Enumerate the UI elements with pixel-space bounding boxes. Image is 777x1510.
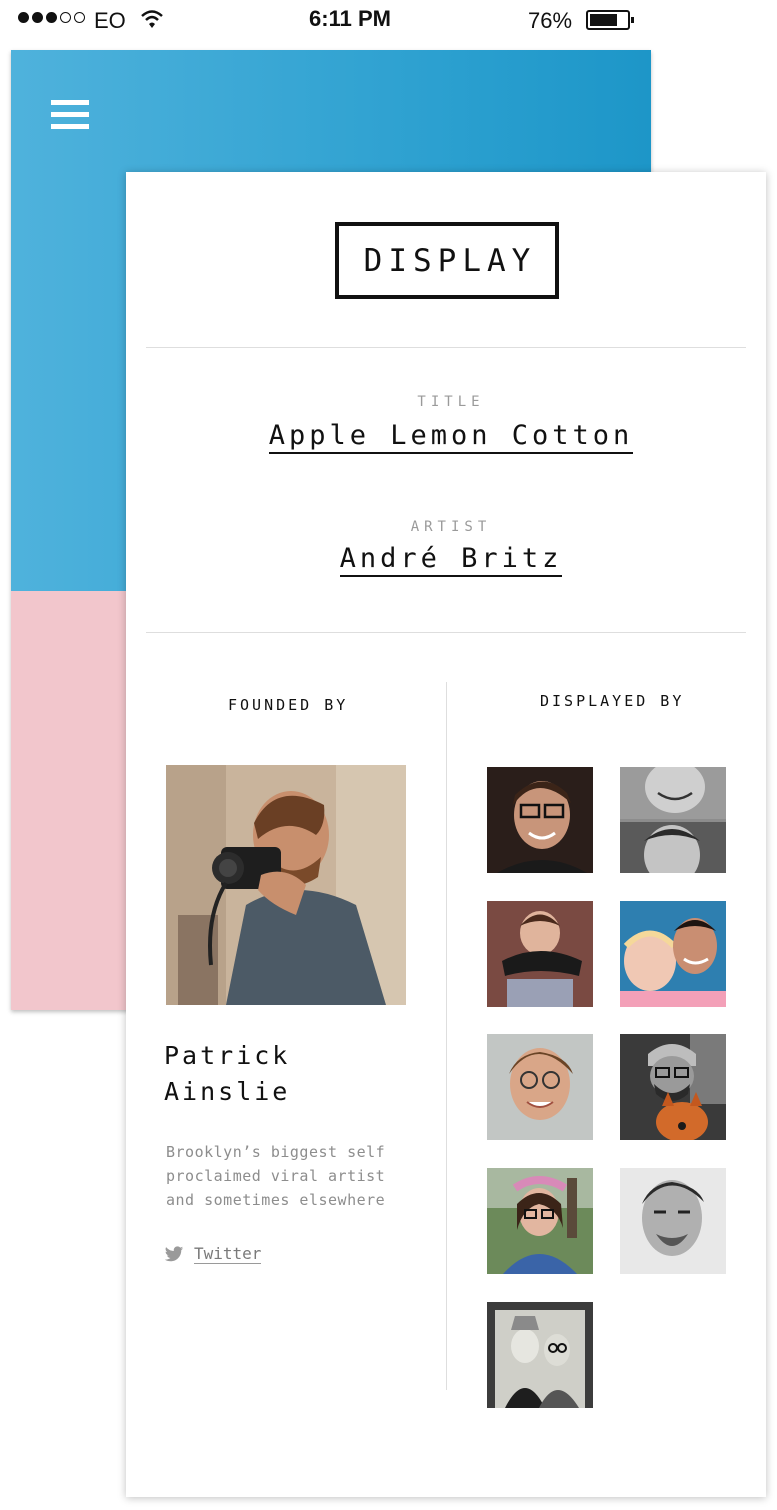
- founded-by-heading: FOUNDED BY: [228, 696, 349, 714]
- display-logo: DISPLAY: [335, 222, 559, 299]
- displayer-avatar[interactable]: [487, 901, 593, 1007]
- title-label: TITLE: [417, 394, 485, 410]
- displayed-by-heading: DISPLAYED BY: [540, 692, 685, 710]
- status-bar: EO 6:11 PM 76%: [0, 0, 777, 44]
- displayer-avatar[interactable]: [487, 1168, 593, 1274]
- founder-photo[interactable]: [166, 765, 406, 1005]
- displayer-avatar[interactable]: [620, 1034, 726, 1140]
- displayer-avatar[interactable]: [487, 1034, 593, 1140]
- displayer-avatar[interactable]: [620, 767, 726, 873]
- displayer-avatar[interactable]: [487, 1302, 593, 1408]
- artist-name[interactable]: André Britz: [126, 543, 776, 577]
- twitter-link-label[interactable]: Twitter: [194, 1244, 262, 1264]
- divider: [146, 347, 746, 348]
- founder-bio: Brooklyn’s biggest self proclaimed viral…: [166, 1143, 386, 1209]
- founder-name: Patrick Ainslie: [164, 1041, 291, 1106]
- twitter-link[interactable]: Twitter: [164, 1244, 262, 1264]
- artwork-info-card: DISPLAY TITLE Apple Lemon Cotton ARTIST …: [126, 172, 766, 1497]
- artwork-title[interactable]: Apple Lemon Cotton: [126, 420, 776, 454]
- divider: [146, 632, 746, 633]
- artist-name-link[interactable]: André Britz: [339, 543, 563, 577]
- displayer-avatar[interactable]: [620, 1168, 726, 1274]
- displayer-avatar[interactable]: [620, 901, 726, 1007]
- battery-icon: [586, 10, 634, 30]
- column-divider: [446, 682, 447, 1390]
- battery-percentage: 76%: [528, 8, 573, 33]
- hamburger-menu-icon[interactable]: [51, 100, 89, 130]
- displayer-avatar[interactable]: [487, 767, 593, 873]
- twitter-bird-icon: [164, 1245, 184, 1261]
- artwork-title-link[interactable]: Apple Lemon Cotton: [268, 420, 634, 454]
- artist-label: ARTIST: [410, 519, 492, 535]
